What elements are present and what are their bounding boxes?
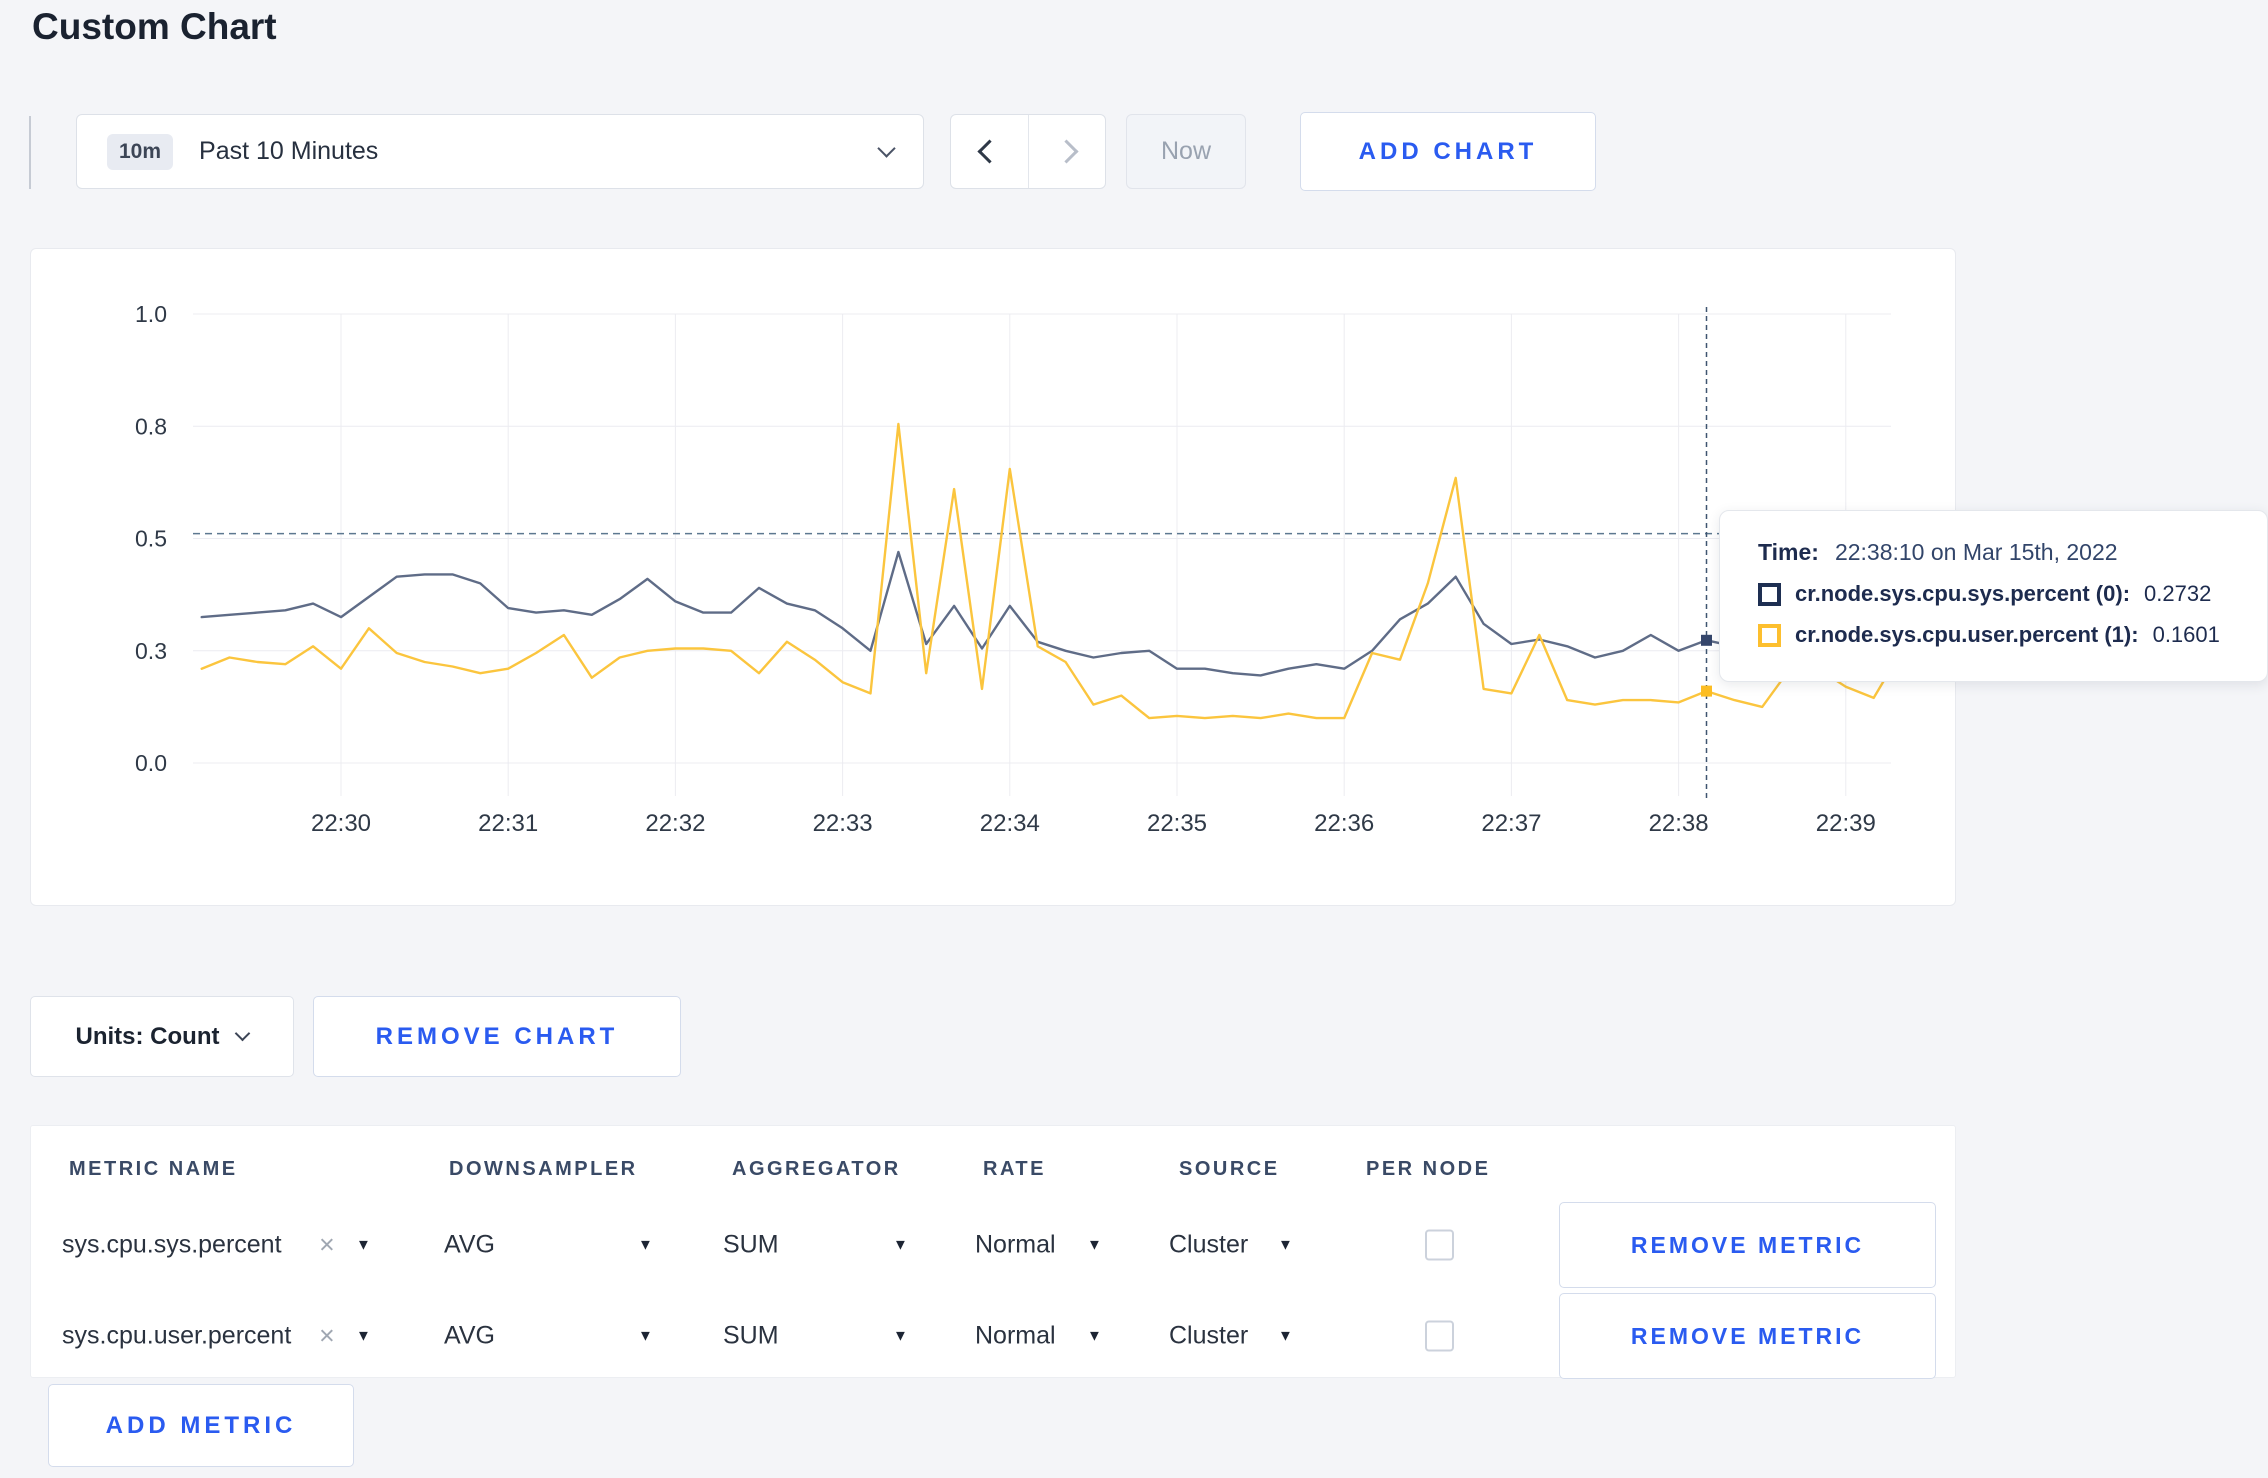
add-chart-button[interactable]: ADD CHART <box>1300 112 1596 191</box>
custom-chart-page: Custom Chart 10m Past 10 Minutes Now ADD… <box>0 0 2268 1478</box>
tooltip-series-row: cr.node.sys.cpu.user.percent (1): 0.1601 <box>1758 622 2267 648</box>
downsampler-select[interactable]: AVG <box>444 1231 495 1260</box>
tooltip-series-value: 0.1601 <box>2152 622 2220 647</box>
remove-metric-button[interactable]: REMOVE METRIC <box>1559 1293 1936 1379</box>
tooltip-time-label: Time: <box>1758 539 1819 565</box>
tooltip-time-row: Time: 22:38:10 on Mar 15th, 2022 <box>1758 539 2267 566</box>
caret-down-icon[interactable]: ▼ <box>893 1328 908 1345</box>
caret-down-icon[interactable]: ▼ <box>1087 1237 1102 1254</box>
remove-metric-button[interactable]: REMOVE METRIC <box>1559 1202 1936 1288</box>
tooltip-series-value: 0.2732 <box>2144 581 2212 606</box>
caret-down-icon[interactable]: ▼ <box>1278 1237 1293 1254</box>
column-header-per-node: PER NODE <box>1366 1158 1491 1180</box>
column-header-source: SOURCE <box>1179 1158 1280 1180</box>
metrics-table: METRIC NAME DOWNSAMPLER AGGREGATOR RATE … <box>30 1125 1956 1379</box>
x-axis-label: 22:39 <box>1816 810 1876 837</box>
caret-down-icon[interactable]: ▼ <box>638 1328 653 1345</box>
toolbar-accent-divider <box>29 116 31 189</box>
time-range-dropdown[interactable]: 10m Past 10 Minutes <box>76 114 924 189</box>
rate-select[interactable]: Normal <box>975 1231 1056 1260</box>
time-step-control <box>950 114 1106 189</box>
crosshair-dot-0 <box>1701 634 1712 646</box>
table-row: sys.cpu.sys.percent × ▼ AVG ▼ SUM ▼ Norm… <box>31 1199 1955 1291</box>
caret-down-icon[interactable]: ▼ <box>1087 1328 1102 1345</box>
add-metric-button[interactable]: ADD METRIC <box>48 1384 354 1467</box>
time-next-button[interactable] <box>1029 115 1106 188</box>
caret-down-icon[interactable]: ▼ <box>356 1328 371 1345</box>
source-select[interactable]: Cluster <box>1169 1231 1248 1260</box>
tooltip-series-label: cr.node.sys.cpu.user.percent (1): <box>1795 622 2139 647</box>
caret-down-icon[interactable]: ▼ <box>638 1237 653 1254</box>
y-axis-label: 0.0 <box>135 750 167 776</box>
y-axis-label: 1.0 <box>135 301 167 327</box>
time-range-badge: 10m <box>107 133 174 170</box>
x-axis-label: 22:31 <box>478 810 538 837</box>
caret-down-icon[interactable]: ▼ <box>356 1237 371 1254</box>
y-axis-label: 0.8 <box>135 413 167 439</box>
series-line-1 <box>200 422 1903 720</box>
x-axis-label: 22:30 <box>311 810 371 837</box>
x-axis-label: 22:37 <box>1481 810 1541 837</box>
x-axis-label: 22:32 <box>645 810 705 837</box>
series-line-0 <box>200 550 1903 677</box>
chevron-down-icon <box>235 1025 251 1042</box>
per-node-checkbox[interactable] <box>1425 1229 1454 1261</box>
column-header-rate: RATE <box>983 1158 1046 1180</box>
x-axis-label: 22:33 <box>813 810 873 837</box>
now-button[interactable]: Now <box>1126 114 1246 189</box>
chevron-down-icon <box>877 139 896 158</box>
caret-down-icon[interactable]: ▼ <box>893 1237 908 1254</box>
x-axis-label: 22:34 <box>980 810 1040 837</box>
time-range-label: Past 10 Minutes <box>199 137 379 165</box>
metric-name-value: sys.cpu.user.percent <box>62 1321 292 1350</box>
tooltip-time-value: 22:38:10 on Mar 15th, 2022 <box>1834 539 2118 565</box>
chart-svg[interactable]: 0.0 0.3 0.5 0.8 1.0 22:30 22:31 22:32 22:33 22:34… <box>31 249 1955 905</box>
series-swatch-icon <box>1758 582 1781 606</box>
tooltip-series-label: cr.node.sys.cpu.sys.percent (0): <box>1795 581 2131 606</box>
column-header-metric-name: METRIC NAME <box>69 1158 238 1180</box>
x-axis-label: 22:36 <box>1314 810 1374 837</box>
downsampler-select[interactable]: AVG <box>444 1322 495 1351</box>
page-title: Custom Chart <box>32 6 277 47</box>
tooltip-series-row: cr.node.sys.cpu.sys.percent (0): 0.2732 <box>1758 581 2267 607</box>
units-label: Units: Count <box>75 1022 220 1050</box>
chevron-right-icon <box>1054 139 1079 164</box>
chart-tooltip: Time: 22:38:10 on Mar 15th, 2022 cr.node… <box>1719 510 2268 682</box>
chevron-left-icon <box>977 139 1002 164</box>
crosshair-dot-1 <box>1701 685 1712 697</box>
table-row: sys.cpu.user.percent × ▼ AVG ▼ SUM ▼ Nor… <box>31 1290 1955 1382</box>
y-axis-label: 0.3 <box>135 638 167 664</box>
x-axis-label: 22:38 <box>1649 810 1709 837</box>
time-prev-button[interactable] <box>951 115 1029 188</box>
chart-card: 0.0 0.3 0.5 0.8 1.0 22:30 22:31 22:32 22:33 22:34… <box>30 248 1956 906</box>
aggregator-select[interactable]: SUM <box>723 1322 779 1351</box>
clear-metric-icon[interactable]: × <box>319 1230 335 1261</box>
remove-chart-button[interactable]: REMOVE CHART <box>313 996 681 1077</box>
clear-metric-icon[interactable]: × <box>319 1321 335 1352</box>
x-axis-label: 22:35 <box>1147 810 1207 837</box>
column-header-downsampler: DOWNSAMPLER <box>449 1158 638 1180</box>
series-swatch-icon <box>1758 623 1781 647</box>
source-select[interactable]: Cluster <box>1169 1322 1248 1351</box>
caret-down-icon[interactable]: ▼ <box>1278 1328 1293 1345</box>
y-axis-label: 0.5 <box>135 526 167 552</box>
per-node-checkbox[interactable] <box>1425 1320 1454 1352</box>
aggregator-select[interactable]: SUM <box>723 1231 779 1260</box>
column-header-aggregator: AGGREGATOR <box>732 1158 901 1180</box>
metric-name-value: sys.cpu.sys.percent <box>62 1230 282 1259</box>
units-dropdown[interactable]: Units: Count <box>30 996 294 1077</box>
rate-select[interactable]: Normal <box>975 1322 1056 1351</box>
